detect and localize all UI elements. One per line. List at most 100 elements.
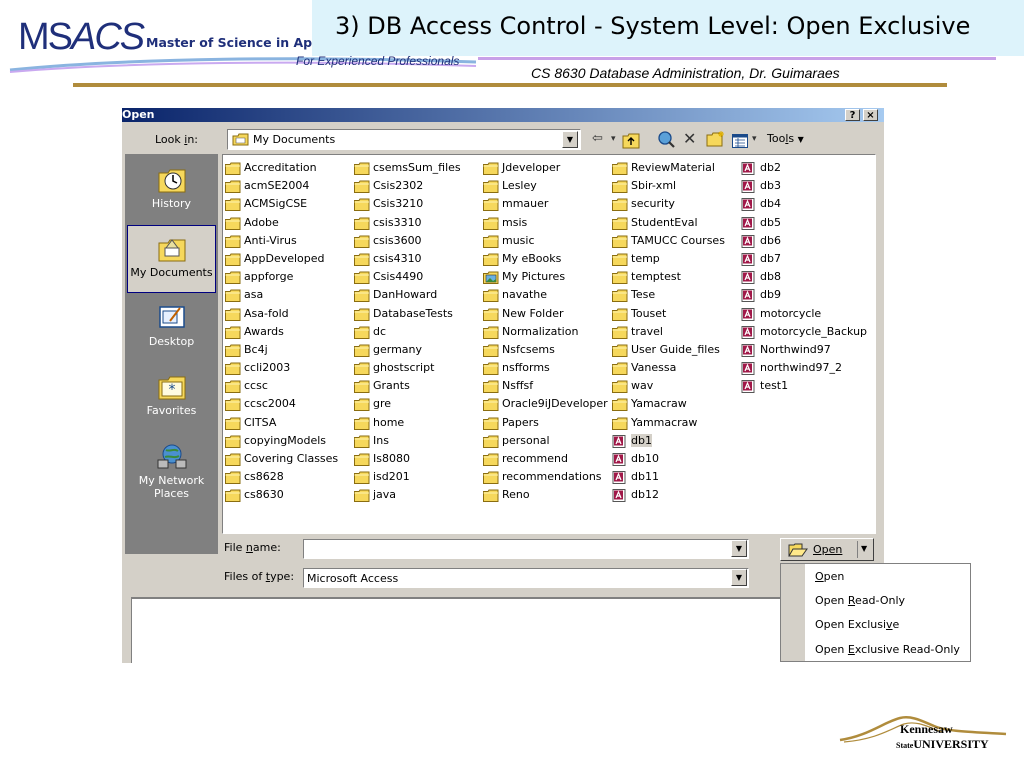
file-name-dropdown-button[interactable]: ▼ bbox=[731, 540, 747, 557]
folder-item[interactable]: temp bbox=[612, 250, 725, 268]
folder-item[interactable]: appforge bbox=[225, 268, 338, 286]
files-of-type-combo[interactable]: Microsoft Access ▼ bbox=[303, 568, 749, 588]
folder-item[interactable]: Is8080 bbox=[354, 450, 461, 468]
views-icon[interactable] bbox=[732, 132, 748, 150]
open-menu-item[interactable]: Open Exclusive Read-Only bbox=[815, 643, 960, 656]
folder-item[interactable]: Nsfcsems bbox=[483, 341, 608, 359]
folder-item[interactable]: Touset bbox=[612, 305, 725, 323]
folder-item[interactable]: DanHoward bbox=[354, 286, 461, 304]
folder-item[interactable]: cs8630 bbox=[225, 486, 338, 504]
access-file-item[interactable]: db7 bbox=[741, 250, 867, 268]
folder-item[interactable]: Anti-Virus bbox=[225, 232, 338, 250]
folder-item[interactable]: csis4310 bbox=[354, 250, 461, 268]
access-file-item[interactable]: db12 bbox=[612, 486, 725, 504]
tools-menu[interactable]: Tools ▼ bbox=[767, 130, 804, 148]
folder-item[interactable]: Csis2302 bbox=[354, 177, 461, 195]
access-file-item[interactable]: test1 bbox=[741, 377, 867, 395]
folder-item[interactable]: mmauer bbox=[483, 195, 608, 213]
folder-item[interactable]: java bbox=[354, 486, 461, 504]
folder-item[interactable]: Nsffsf bbox=[483, 377, 608, 395]
folder-item[interactable]: navathe bbox=[483, 286, 608, 304]
access-file-item[interactable]: db6 bbox=[741, 232, 867, 250]
folder-item[interactable]: Asa-fold bbox=[225, 305, 338, 323]
folder-item[interactable]: ccsc bbox=[225, 377, 338, 395]
folder-item[interactable]: TAMUCC Courses bbox=[612, 232, 725, 250]
folder-item[interactable]: Reno bbox=[483, 486, 608, 504]
folder-item[interactable]: csemsSum_files bbox=[354, 159, 461, 177]
file-name-input[interactable]: ▼ bbox=[303, 539, 749, 559]
dialog-title-bar[interactable]: Open ? × bbox=[122, 108, 884, 122]
folder-item[interactable]: travel bbox=[612, 323, 725, 341]
folder-item[interactable]: ccli2003 bbox=[225, 359, 338, 377]
folder-item[interactable]: Covering Classes bbox=[225, 450, 338, 468]
access-file-item[interactable]: db11 bbox=[612, 468, 725, 486]
open-dropdown-arrow-icon[interactable]: ▼ bbox=[861, 544, 867, 553]
access-file-item[interactable]: motorcycle_Backup bbox=[741, 323, 867, 341]
back-arrow-icon[interactable]: ⇦ bbox=[592, 130, 603, 148]
folder-item[interactable]: Oracle9iJDeveloper bbox=[483, 395, 608, 413]
access-file-item[interactable]: db1 bbox=[612, 432, 725, 450]
folder-item[interactable]: Tese bbox=[612, 286, 725, 304]
folder-item[interactable]: Awards bbox=[225, 323, 338, 341]
folder-item[interactable]: Lesley bbox=[483, 177, 608, 195]
open-menu-item[interactable]: Open Exclusive bbox=[815, 618, 899, 631]
folder-item[interactable]: csis3310 bbox=[354, 214, 461, 232]
up-folder-icon[interactable] bbox=[622, 132, 640, 150]
folder-item[interactable]: Sbir-xml bbox=[612, 177, 725, 195]
folder-item[interactable]: isd201 bbox=[354, 468, 461, 486]
access-file-item[interactable]: northwind97_2 bbox=[741, 359, 867, 377]
folder-item[interactable]: acmSE2004 bbox=[225, 177, 338, 195]
folder-item[interactable]: Csis4490 bbox=[354, 268, 461, 286]
folder-item[interactable]: Adobe bbox=[225, 214, 338, 232]
open-split-button[interactable]: Open ▼ bbox=[780, 538, 874, 561]
files-of-type-dropdown-button[interactable]: ▼ bbox=[731, 569, 747, 586]
place-history[interactable]: History bbox=[127, 157, 216, 225]
folder-item[interactable]: Yamacraw bbox=[612, 395, 725, 413]
back-dropdown-icon[interactable]: ▾ bbox=[611, 130, 616, 148]
folder-item[interactable]: Jdeveloper bbox=[483, 159, 608, 177]
folder-item[interactable]: AppDeveloped bbox=[225, 250, 338, 268]
folder-item[interactable]: cs8628 bbox=[225, 468, 338, 486]
folder-item[interactable]: personal bbox=[483, 432, 608, 450]
folder-item[interactable]: nsfforms bbox=[483, 359, 608, 377]
access-file-item[interactable]: db9 bbox=[741, 286, 867, 304]
folder-item[interactable]: temptest bbox=[612, 268, 725, 286]
folder-item[interactable]: My Pictures bbox=[483, 268, 608, 286]
new-folder-icon[interactable] bbox=[706, 130, 726, 148]
file-list[interactable]: Accreditation acmSE2004 ACMSigCSE Adobe Anti… bbox=[222, 154, 876, 534]
folder-item[interactable]: Csis3210 bbox=[354, 195, 461, 213]
place-my-documents[interactable]: My Documents bbox=[127, 225, 216, 293]
access-file-item[interactable]: db10 bbox=[612, 450, 725, 468]
views-dropdown-icon[interactable]: ▾ bbox=[752, 130, 757, 148]
access-file-item[interactable]: motorcycle bbox=[741, 305, 867, 323]
access-file-item[interactable]: db4 bbox=[741, 195, 867, 213]
place-favorites[interactable]: * Favorites bbox=[127, 364, 216, 432]
folder-item[interactable]: User Guide_files bbox=[612, 341, 725, 359]
delete-icon[interactable]: ✕ bbox=[683, 130, 696, 148]
open-menu-item[interactable]: Open Read-Only bbox=[815, 594, 905, 607]
folder-item[interactable]: asa bbox=[225, 286, 338, 304]
folder-item[interactable]: Grants bbox=[354, 377, 461, 395]
folder-item[interactable]: Papers bbox=[483, 414, 608, 432]
place-desktop[interactable]: Desktop bbox=[127, 295, 216, 363]
folder-item[interactable]: StudentEval bbox=[612, 214, 725, 232]
folder-item[interactable]: ACMSigCSE bbox=[225, 195, 338, 213]
open-menu-item[interactable]: Open bbox=[815, 570, 844, 583]
access-file-item[interactable]: db2 bbox=[741, 159, 867, 177]
access-file-item[interactable]: Northwind97 bbox=[741, 341, 867, 359]
search-web-icon[interactable] bbox=[656, 130, 676, 148]
folder-item[interactable]: Bc4j bbox=[225, 341, 338, 359]
folder-item[interactable]: home bbox=[354, 414, 461, 432]
help-button[interactable]: ? bbox=[845, 109, 860, 121]
folder-item[interactable]: ccsc2004 bbox=[225, 395, 338, 413]
folder-item[interactable]: CITSA bbox=[225, 414, 338, 432]
access-file-item[interactable]: db5 bbox=[741, 214, 867, 232]
folder-item[interactable]: New Folder bbox=[483, 305, 608, 323]
folder-item[interactable]: csis3600 bbox=[354, 232, 461, 250]
folder-item[interactable]: My eBooks bbox=[483, 250, 608, 268]
folder-item[interactable]: Normalization bbox=[483, 323, 608, 341]
folder-item[interactable]: msis bbox=[483, 214, 608, 232]
folder-item[interactable]: music bbox=[483, 232, 608, 250]
folder-item[interactable]: recommend bbox=[483, 450, 608, 468]
close-button[interactable]: × bbox=[863, 109, 878, 121]
